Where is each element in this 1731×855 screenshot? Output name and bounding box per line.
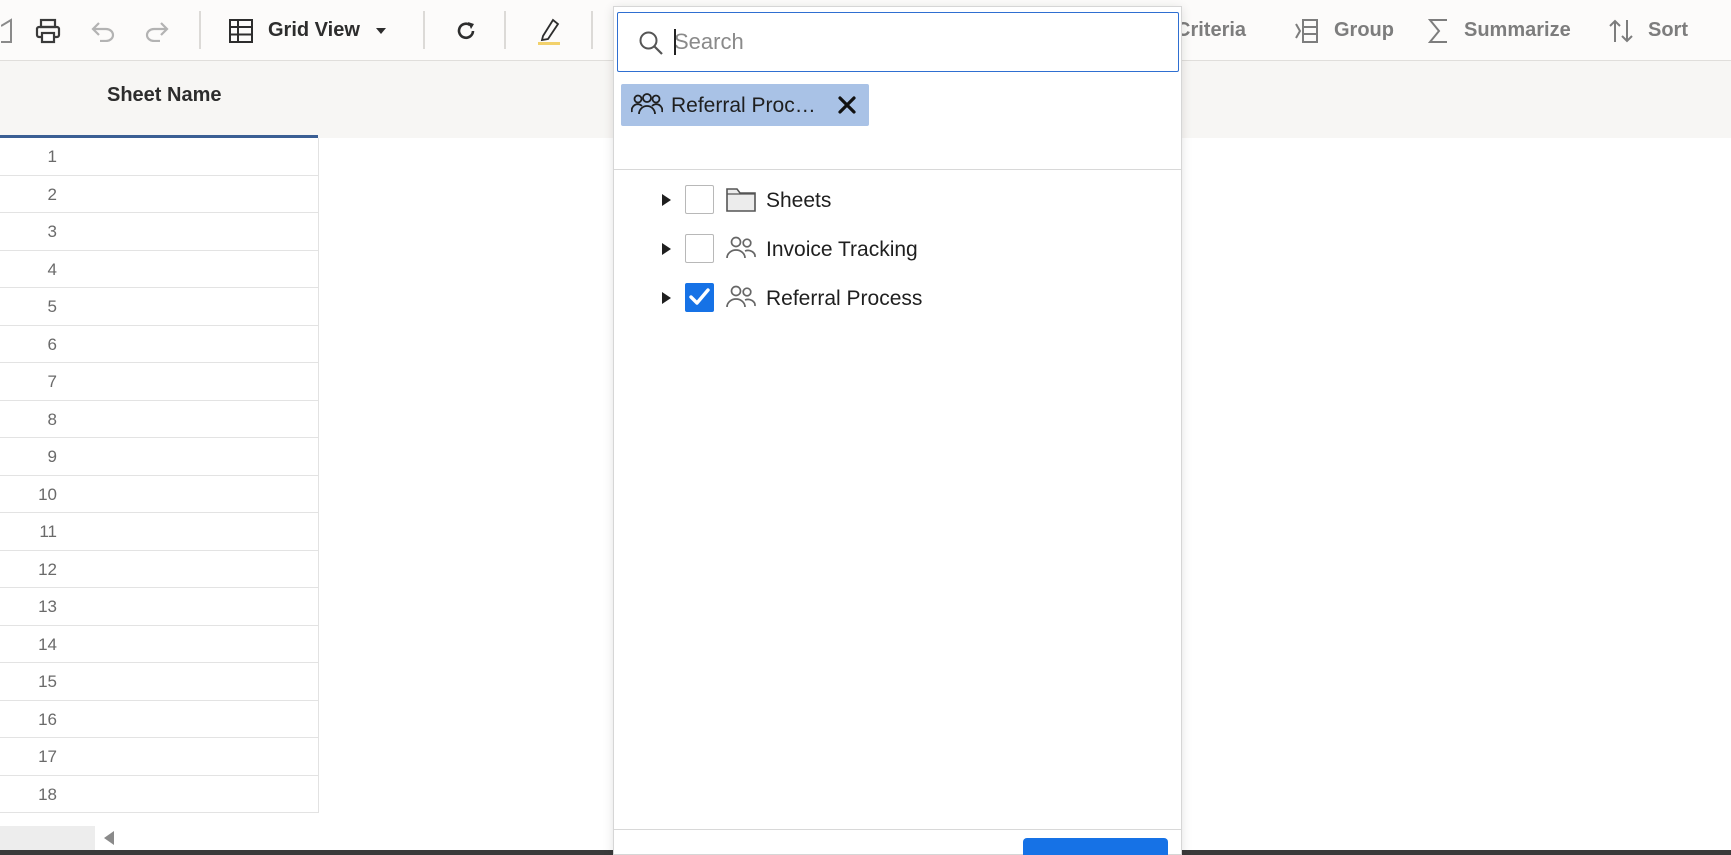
sigma-icon (1428, 18, 1447, 43)
selected-chip: Referral Proc… (621, 84, 869, 126)
row-number: 13 (38, 597, 57, 616)
row-number: 5 (47, 297, 57, 316)
sort-label: Sort (1648, 19, 1688, 41)
row-number: 11 (39, 522, 57, 541)
tree-item-label: Invoice Tracking (766, 238, 918, 261)
group-button[interactable]: Group (1294, 0, 1394, 61)
confirm-button[interactable] (1023, 838, 1168, 855)
row-number: 17 (38, 747, 57, 766)
panel-divider (614, 169, 1181, 170)
criteria-label: Criteria (1176, 19, 1247, 41)
table-row[interactable]: 11 (0, 513, 318, 551)
table-row[interactable]: 13 (0, 588, 318, 626)
horizontal-scrollbar[interactable] (0, 826, 95, 850)
row-number: 15 (38, 672, 57, 691)
print-icon[interactable] (32, 0, 64, 61)
table-row[interactable]: 15 (0, 663, 318, 701)
caret-down-icon (375, 27, 386, 34)
row-number: 12 (38, 559, 57, 579)
group-label: Group (1334, 19, 1394, 41)
table-row[interactable]: 4 (0, 251, 318, 288)
scroll-left-icon[interactable] (104, 831, 114, 845)
toolbar-separator (591, 11, 593, 49)
toolbar-separator (504, 11, 506, 49)
table-row[interactable]: 12 (0, 551, 318, 588)
table-row[interactable]: 14 (0, 626, 318, 663)
refresh-icon[interactable] (450, 0, 482, 61)
group-icon (1295, 18, 1318, 43)
table-row[interactable]: 10 (0, 476, 318, 513)
tree-item-checkbox[interactable] (685, 234, 714, 263)
search-icon (639, 31, 663, 55)
expand-arrow-icon[interactable] (662, 292, 671, 304)
tree-item-label: Sheets (766, 189, 832, 212)
row-number: 14 (38, 634, 57, 654)
expand-arrow-icon[interactable] (662, 243, 671, 255)
sort-button[interactable]: Sort (1608, 0, 1694, 61)
sort-icon (1609, 19, 1633, 42)
row-number: 7 (47, 372, 57, 391)
workspace-people-icon (726, 236, 756, 259)
sheet-name-header-label: Sheet Name (107, 84, 222, 106)
search-input[interactable] (674, 25, 1154, 59)
row-number: 10 (38, 484, 57, 504)
folder-icon (726, 188, 756, 212)
undo-icon[interactable] (88, 0, 118, 61)
source-picker-panel: Referral Proc… Sheets Invoice Tracking (613, 6, 1182, 855)
tree-item-checkbox[interactable] (685, 185, 714, 214)
table-row[interactable]: 7 (0, 363, 318, 401)
tree-item-label: Referral Process (766, 287, 923, 310)
tree-item[interactable]: Sheets (614, 179, 1181, 223)
expand-arrow-icon[interactable] (662, 194, 671, 206)
workspace-people-icon (726, 285, 756, 308)
table-row[interactable]: 8 (0, 401, 318, 438)
highlight-changes-icon[interactable] (532, 0, 566, 61)
table-row[interactable]: 5 (0, 288, 318, 326)
home-icon[interactable] (0, 0, 14, 61)
table-row[interactable]: 17 (0, 738, 318, 776)
row-number: 4 (47, 259, 57, 279)
text-cursor (674, 29, 676, 55)
tree-item-checkbox[interactable] (685, 283, 714, 312)
row-number: 6 (47, 334, 57, 354)
selected-chip-label: Referral Proc… (671, 94, 816, 117)
summarize-label: Summarize (1464, 19, 1571, 41)
redo-icon[interactable] (142, 0, 172, 61)
workspace-people-icon (631, 93, 663, 115)
view-switcher-label: Grid View (268, 19, 360, 41)
sheet-grid: 1 2 3 4 5 6 7 8 9 10 11 12 13 14 15 16 17 18 (0, 138, 319, 813)
summarize-button[interactable]: Summarize (1428, 0, 1576, 61)
table-row[interactable]: 1 (0, 138, 318, 176)
row-number: 16 (38, 709, 57, 729)
panel-footer-divider (614, 829, 1181, 830)
search-box[interactable] (617, 12, 1179, 72)
table-row[interactable]: 9 (0, 438, 318, 476)
table-row[interactable]: 2 (0, 176, 318, 213)
criteria-button[interactable]: Criteria (1176, 0, 1262, 61)
row-number: 2 (47, 184, 57, 204)
app-root: Grid View Criteria Group Summarize Sort (0, 0, 1731, 855)
grid-view-icon (229, 18, 253, 43)
table-row[interactable]: 6 (0, 326, 318, 363)
checkmark-icon (689, 288, 710, 305)
row-number: 1 (47, 147, 57, 166)
close-icon[interactable] (835, 93, 859, 117)
tree-item[interactable]: Invoice Tracking (614, 228, 1181, 272)
toolbar-separator (423, 11, 425, 49)
toolbar-separator (199, 11, 201, 49)
table-row[interactable]: 16 (0, 701, 318, 738)
row-number: 18 (38, 784, 57, 804)
row-number: 3 (47, 222, 57, 241)
table-row[interactable]: 3 (0, 213, 318, 251)
table-row[interactable]: 18 (0, 776, 318, 813)
view-switcher-button[interactable]: Grid View (228, 0, 400, 61)
row-number: 8 (47, 409, 57, 429)
tree-item[interactable]: Referral Process (614, 277, 1181, 321)
row-number: 9 (47, 447, 57, 466)
